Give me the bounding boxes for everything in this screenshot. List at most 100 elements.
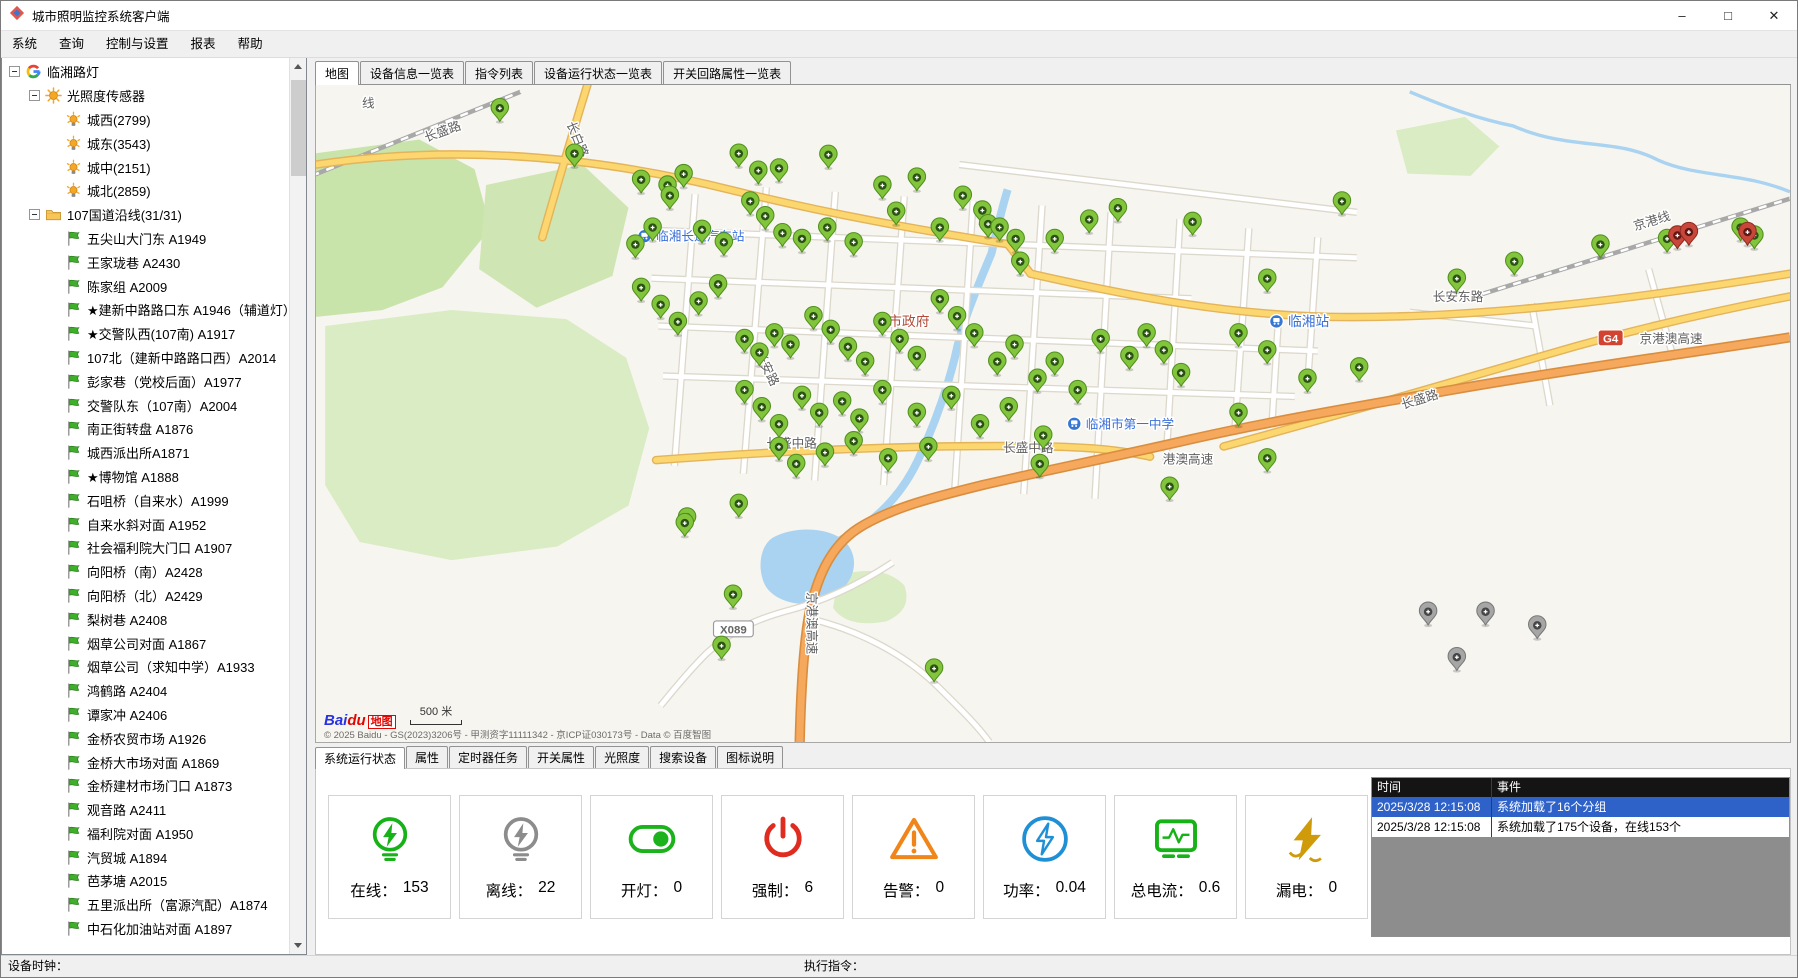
- tree-item[interactable]: 芭茅塘 A2015: [5, 869, 287, 893]
- card-label: 在线：153: [350, 879, 428, 901]
- tree-item[interactable]: 城西(2799): [5, 108, 287, 132]
- log-row[interactable]: 2025/3/28 12:15:08系统加载了16个分组: [1372, 797, 1789, 817]
- tab[interactable]: 属性: [406, 746, 448, 768]
- expander-icon[interactable]: [29, 90, 40, 101]
- offline-icon: [495, 813, 547, 870]
- tree-item[interactable]: ★建新中路路口东 A1946（辅道灯）: [5, 298, 287, 322]
- tree-item[interactable]: 彭家巷（党校后面）A1977: [5, 369, 287, 393]
- tree-item[interactable]: 五里派出所（富源汽配）A1874: [5, 893, 287, 917]
- execute-command-label: 执行指令：: [804, 956, 864, 977]
- tab[interactable]: 系统运行状态: [315, 747, 405, 769]
- map-view[interactable]: 线长盛路长白路临湘长途汽车站市政府临湘站长安东路G4京港澳高速京港线长盛路临湘市…: [315, 85, 1791, 743]
- light-on-icon: [626, 813, 678, 870]
- main-area: 地图设备信息一览表指令列表设备运行状态一览表开关回路属性一览表: [307, 58, 1797, 955]
- tree-label: 光照度传感器: [67, 86, 145, 105]
- flag-icon: [65, 444, 82, 461]
- minimize-button[interactable]: –: [1659, 1, 1705, 30]
- tree-item[interactable]: 五尖山大门东 A1949: [5, 227, 287, 251]
- tab[interactable]: 图标说明: [717, 746, 783, 768]
- tree-label: 城东(3543): [87, 134, 151, 153]
- log-col-time: 时间: [1372, 778, 1492, 797]
- tree-item[interactable]: 金桥农贸市场 A1926: [5, 726, 287, 750]
- tree-group[interactable]: 光照度传感器: [5, 84, 287, 108]
- tree-item[interactable]: ★交警队西(107南) A1917: [5, 322, 287, 346]
- maximize-button[interactable]: □: [1705, 1, 1751, 30]
- log-row[interactable]: 2025/3/28 12:15:08系统加载了175个设备，在线153个: [1372, 817, 1789, 837]
- tree-item[interactable]: 交警队东（107南）A2004: [5, 393, 287, 417]
- log-time: 2025/3/28 12:15:08: [1372, 817, 1492, 837]
- tree-item[interactable]: 社会福利院大门口 A1907: [5, 536, 287, 560]
- card-title: 在线：: [350, 879, 397, 901]
- tree-label: 城西(2799): [87, 110, 151, 129]
- tree-item[interactable]: 城北(2859): [5, 179, 287, 203]
- tree-item[interactable]: 鸿鹤路 A2404: [5, 679, 287, 703]
- tree-item[interactable]: 汽贸城 A1894: [5, 845, 287, 869]
- tab[interactable]: 定时器任务: [449, 746, 527, 768]
- tab[interactable]: 开关属性: [528, 746, 594, 768]
- flag-icon: [65, 635, 82, 652]
- menu-bar: 系统查询控制与设置报表帮助: [1, 31, 1797, 58]
- tree-item[interactable]: 107北（建新中路路口西）A2014: [5, 346, 287, 370]
- card-value: 0.6: [1199, 879, 1221, 901]
- card-value: 0.04: [1056, 879, 1086, 901]
- flag-icon: [65, 254, 82, 271]
- scroll-up-icon[interactable]: [290, 58, 306, 75]
- tab[interactable]: 搜索设备: [650, 746, 716, 768]
- close-button[interactable]: ✕: [1751, 1, 1797, 30]
- expander-icon[interactable]: [29, 209, 40, 220]
- tree-item[interactable]: 石咀桥（自来水）A1999: [5, 488, 287, 512]
- tree-item[interactable]: 向阳桥（南）A2428: [5, 560, 287, 584]
- tab[interactable]: 光照度: [595, 746, 649, 768]
- map-canvas[interactable]: 线长盛路长白路临湘长途汽车站市政府临湘站长安东路G4京港澳高速京港线长盛路临湘市…: [316, 85, 1790, 742]
- tree-item[interactable]: 王家珑巷 A2430: [5, 250, 287, 274]
- device-tree: 临湘路灯光照度传感器城西(2799) 城东(3543) 城中(2151)城北(285…: [5, 60, 287, 952]
- tree-item[interactable]: ★博物馆 A1888: [5, 465, 287, 489]
- tree-item[interactable]: 城中(2151): [5, 155, 287, 179]
- card-title: 强制：: [752, 879, 799, 901]
- menu-item[interactable]: 查询: [48, 31, 95, 58]
- tree-item[interactable]: 陈家组 A2009: [5, 274, 287, 298]
- menu-item[interactable]: 帮助: [227, 31, 274, 58]
- tree-label: ★建新中路路口东 A1946（辅道灯）: [87, 300, 287, 319]
- event-log-rows: 2025/3/28 12:15:08系统加载了16个分组2025/3/28 12…: [1372, 797, 1789, 837]
- tree-group[interactable]: 107国道沿线(31/31): [5, 203, 287, 227]
- svg-text:X089: X089: [720, 624, 747, 636]
- tree-item[interactable]: 南正街转盘 A1876: [5, 417, 287, 441]
- tab[interactable]: 指令列表: [465, 61, 533, 84]
- tree-item[interactable]: 自来水斜对面 A1952: [5, 512, 287, 536]
- tree-item[interactable]: 观音路 A2411: [5, 798, 287, 822]
- tree-label: ★博物馆 A1888: [87, 467, 179, 486]
- current-icon: [1150, 813, 1202, 870]
- menu-item[interactable]: 控制与设置: [95, 31, 180, 58]
- sidebar-scrollbar[interactable]: [289, 58, 306, 954]
- tree-item[interactable]: 金桥建材市场门口 A1873: [5, 774, 287, 798]
- flag-icon: [65, 754, 82, 771]
- tree-item[interactable]: 向阳桥（北）A2429: [5, 584, 287, 608]
- tree-item[interactable]: 烟草公司（求知中学）A1933: [5, 655, 287, 679]
- root-icon: [25, 63, 42, 80]
- status-card-alarm: 告警：0: [852, 795, 975, 919]
- tree-root[interactable]: 临湘路灯: [5, 60, 287, 84]
- tree-item[interactable]: 烟草公司对面 A1867: [5, 631, 287, 655]
- scroll-down-icon[interactable]: [290, 937, 306, 954]
- scrollbar-thumb[interactable]: [291, 80, 306, 176]
- tab[interactable]: 设备信息一览表: [360, 61, 464, 84]
- tree-label: 城西派出所A1871: [87, 443, 190, 462]
- tab[interactable]: 地图: [315, 61, 359, 85]
- tab[interactable]: 开关回路属性一览表: [663, 61, 791, 84]
- expander-icon[interactable]: [9, 66, 20, 77]
- tree-item[interactable]: 金桥大市场对面 A1869: [5, 750, 287, 774]
- tree-item[interactable]: 城西派出所A1871: [5, 441, 287, 465]
- tab[interactable]: 设备运行状态一览表: [534, 61, 662, 84]
- device-tree-panel: 临湘路灯光照度传感器城西(2799) 城东(3543) 城中(2151)城北(285…: [1, 58, 307, 955]
- menu-item[interactable]: 系统: [1, 31, 48, 58]
- menu-item[interactable]: 报表: [180, 31, 227, 58]
- tree-item[interactable]: 城东(3543): [5, 131, 287, 155]
- tree-item[interactable]: 福利院对面 A1950: [5, 822, 287, 846]
- map-label: G4: [1598, 330, 1623, 346]
- tree-label: 向阳桥（北）A2429: [87, 586, 203, 605]
- tree-item[interactable]: 中石化加油站对面 A1897: [5, 917, 287, 941]
- tree-item[interactable]: 谭家冲 A2406: [5, 703, 287, 727]
- tree-item[interactable]: 梨树巷 A2408: [5, 607, 287, 631]
- svg-text:京港澳高速: 京港澳高速: [805, 592, 820, 655]
